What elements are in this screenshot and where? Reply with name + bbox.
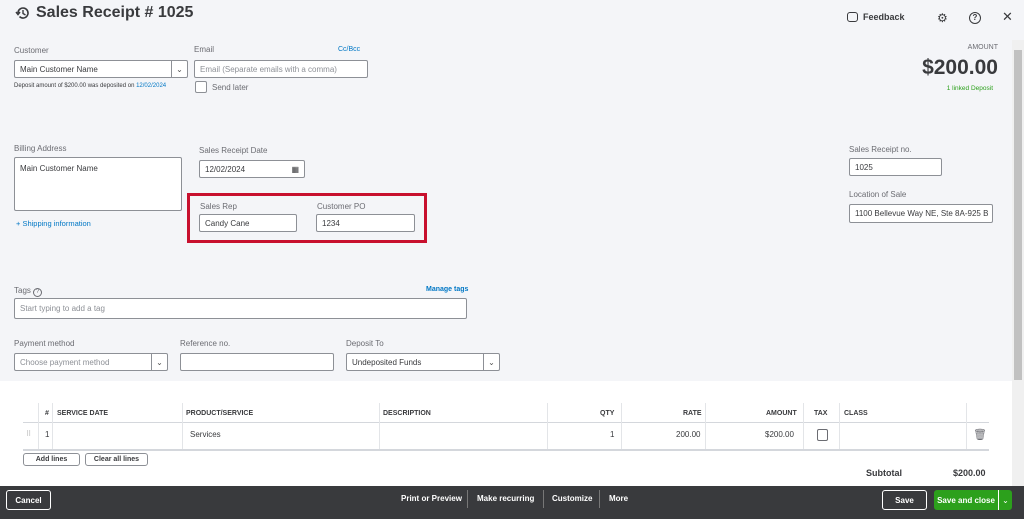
col-header-description: DESCRIPTION xyxy=(383,410,431,417)
send-later-checkbox[interactable] xyxy=(195,81,207,93)
make-recurring-button[interactable]: Make recurring xyxy=(477,494,534,503)
save-button[interactable]: Save xyxy=(882,490,927,510)
tags-input[interactable]: Start typing to add a tag xyxy=(14,298,467,319)
subtotal-label: Subtotal xyxy=(866,468,902,478)
reference-input[interactable] xyxy=(180,353,334,371)
col-header-tax: TAX xyxy=(814,410,828,417)
customer-po-label: Customer PO xyxy=(317,202,366,211)
date-input[interactable]: 12/02/2024 ▦ xyxy=(199,160,305,178)
save-options-chevron-icon[interactable]: ⌄ xyxy=(998,490,1012,510)
col-header-rate: RATE xyxy=(683,410,702,417)
col-header-num: # xyxy=(45,410,49,417)
billing-label: Billing Address xyxy=(14,144,67,153)
tax-checkbox[interactable] xyxy=(817,429,828,441)
row-rate[interactable]: 200.00 xyxy=(676,430,700,439)
receipt-no-value: 1025 xyxy=(855,162,873,172)
payment-placeholder: Choose payment method xyxy=(20,357,110,367)
send-later-label: Send later xyxy=(212,83,249,92)
tags-label-text: Tags xyxy=(14,286,31,295)
chevron-down-icon: ⌄ xyxy=(171,61,187,77)
linked-deposit-link[interactable]: 1 linked Deposit xyxy=(947,85,993,92)
clear-lines-button[interactable]: Clear all lines xyxy=(85,453,148,466)
col-header-class: CLASS xyxy=(844,410,868,417)
deposit-note: Deposit amount of $200.00 was deposited … xyxy=(14,83,135,89)
cc-bcc-link[interactable]: Cc/Bcc xyxy=(338,46,360,53)
scrollbar[interactable] xyxy=(1012,40,1024,486)
receipt-no-input[interactable]: 1025 xyxy=(849,158,942,176)
payment-method-select[interactable]: Choose payment method ⌄ xyxy=(14,353,168,371)
payment-method-label: Payment method xyxy=(14,339,75,348)
tags-label: Tags ? xyxy=(14,286,43,297)
chevron-down-icon: ⌄ xyxy=(483,354,499,370)
tags-placeholder: Start typing to add a tag xyxy=(20,304,105,313)
email-placeholder: Email (Separate emails with a comma) xyxy=(200,64,337,74)
customer-select[interactable]: Main Customer Name ⌄ xyxy=(14,60,188,78)
sales-rep-input[interactable]: Candy Cane xyxy=(199,214,297,232)
manage-tags-link[interactable]: Manage tags xyxy=(426,286,468,293)
footer-bar: Cancel Print or Preview Make recurring C… xyxy=(0,486,1024,519)
row-amount[interactable]: $200.00 xyxy=(765,430,794,439)
chevron-down-icon: ⌄ xyxy=(151,354,167,370)
location-label: Location of Sale xyxy=(849,190,907,199)
customer-value: Main Customer Name xyxy=(20,64,98,74)
line-items-area xyxy=(0,381,1012,486)
feedback-button[interactable]: Feedback xyxy=(847,12,905,22)
deposit-to-select[interactable]: Undeposited Funds ⌄ xyxy=(346,353,500,371)
customer-po-value: 1234 xyxy=(322,218,340,228)
calendar-icon[interactable]: ▦ xyxy=(291,165,299,174)
reference-label: Reference no. xyxy=(180,339,231,348)
col-header-amount: AMOUNT xyxy=(766,410,797,417)
add-lines-button[interactable]: Add lines xyxy=(23,453,80,466)
sales-rep-value: Candy Cane xyxy=(205,218,250,228)
deposit-date-link[interactable]: 12/02/2024 xyxy=(136,83,166,89)
location-input[interactable]: 1100 Bellevue Way NE, Ste 8A-925 B xyxy=(849,204,993,223)
customize-button[interactable]: Customize xyxy=(552,494,592,503)
cancel-button[interactable]: Cancel xyxy=(6,490,51,510)
row-product[interactable]: Services xyxy=(190,430,221,439)
billing-address-input[interactable]: Main Customer Name xyxy=(14,157,182,211)
subtotal-value: $200.00 xyxy=(953,468,986,478)
amount-value: $200.00 xyxy=(922,56,998,79)
chat-icon xyxy=(847,12,858,22)
deposit-to-label: Deposit To xyxy=(346,339,384,348)
customer-label: Customer xyxy=(14,46,49,55)
customer-po-input[interactable]: 1234 xyxy=(316,214,415,232)
history-icon[interactable] xyxy=(15,5,31,21)
location-value: 1100 Bellevue Way NE, Ste 8A-925 B xyxy=(855,209,989,218)
info-icon[interactable]: ? xyxy=(33,288,43,297)
email-label: Email xyxy=(194,45,215,54)
date-value: 12/02/2024 xyxy=(205,164,246,174)
amount-label: AMOUNT xyxy=(967,44,998,51)
shipping-info-link[interactable]: + Shipping information xyxy=(16,219,91,228)
more-button[interactable]: More xyxy=(609,494,628,503)
deposit-to-value: Undeposited Funds xyxy=(352,357,422,367)
billing-value: Main Customer Name xyxy=(20,164,98,173)
email-input[interactable]: Email (Separate emails with a comma) xyxy=(194,60,368,78)
sales-rep-label: Sales Rep xyxy=(200,202,237,211)
receipt-no-label: Sales Receipt no. xyxy=(849,145,912,154)
drag-handle-icon[interactable]: ⠿ xyxy=(26,430,31,438)
row-num: 1 xyxy=(45,430,50,439)
gear-icon[interactable]: ⚙ xyxy=(937,11,948,25)
col-header-product: PRODUCT/SERVICE xyxy=(186,410,254,417)
date-label: Sales Receipt Date xyxy=(199,146,268,155)
close-icon[interactable]: ✕ xyxy=(1002,9,1013,25)
save-and-close-button[interactable]: Save and close xyxy=(934,490,998,510)
row-qty[interactable]: 1 xyxy=(610,430,614,439)
trash-icon[interactable]: 🗑 xyxy=(973,428,987,441)
col-header-service-date: SERVICE DATE xyxy=(57,410,109,417)
col-header-qty: QTY xyxy=(600,410,615,417)
page-title: Sales Receipt # 1025 xyxy=(36,4,194,21)
print-preview-button[interactable]: Print or Preview xyxy=(401,494,462,503)
help-icon[interactable]: ? xyxy=(969,12,981,24)
